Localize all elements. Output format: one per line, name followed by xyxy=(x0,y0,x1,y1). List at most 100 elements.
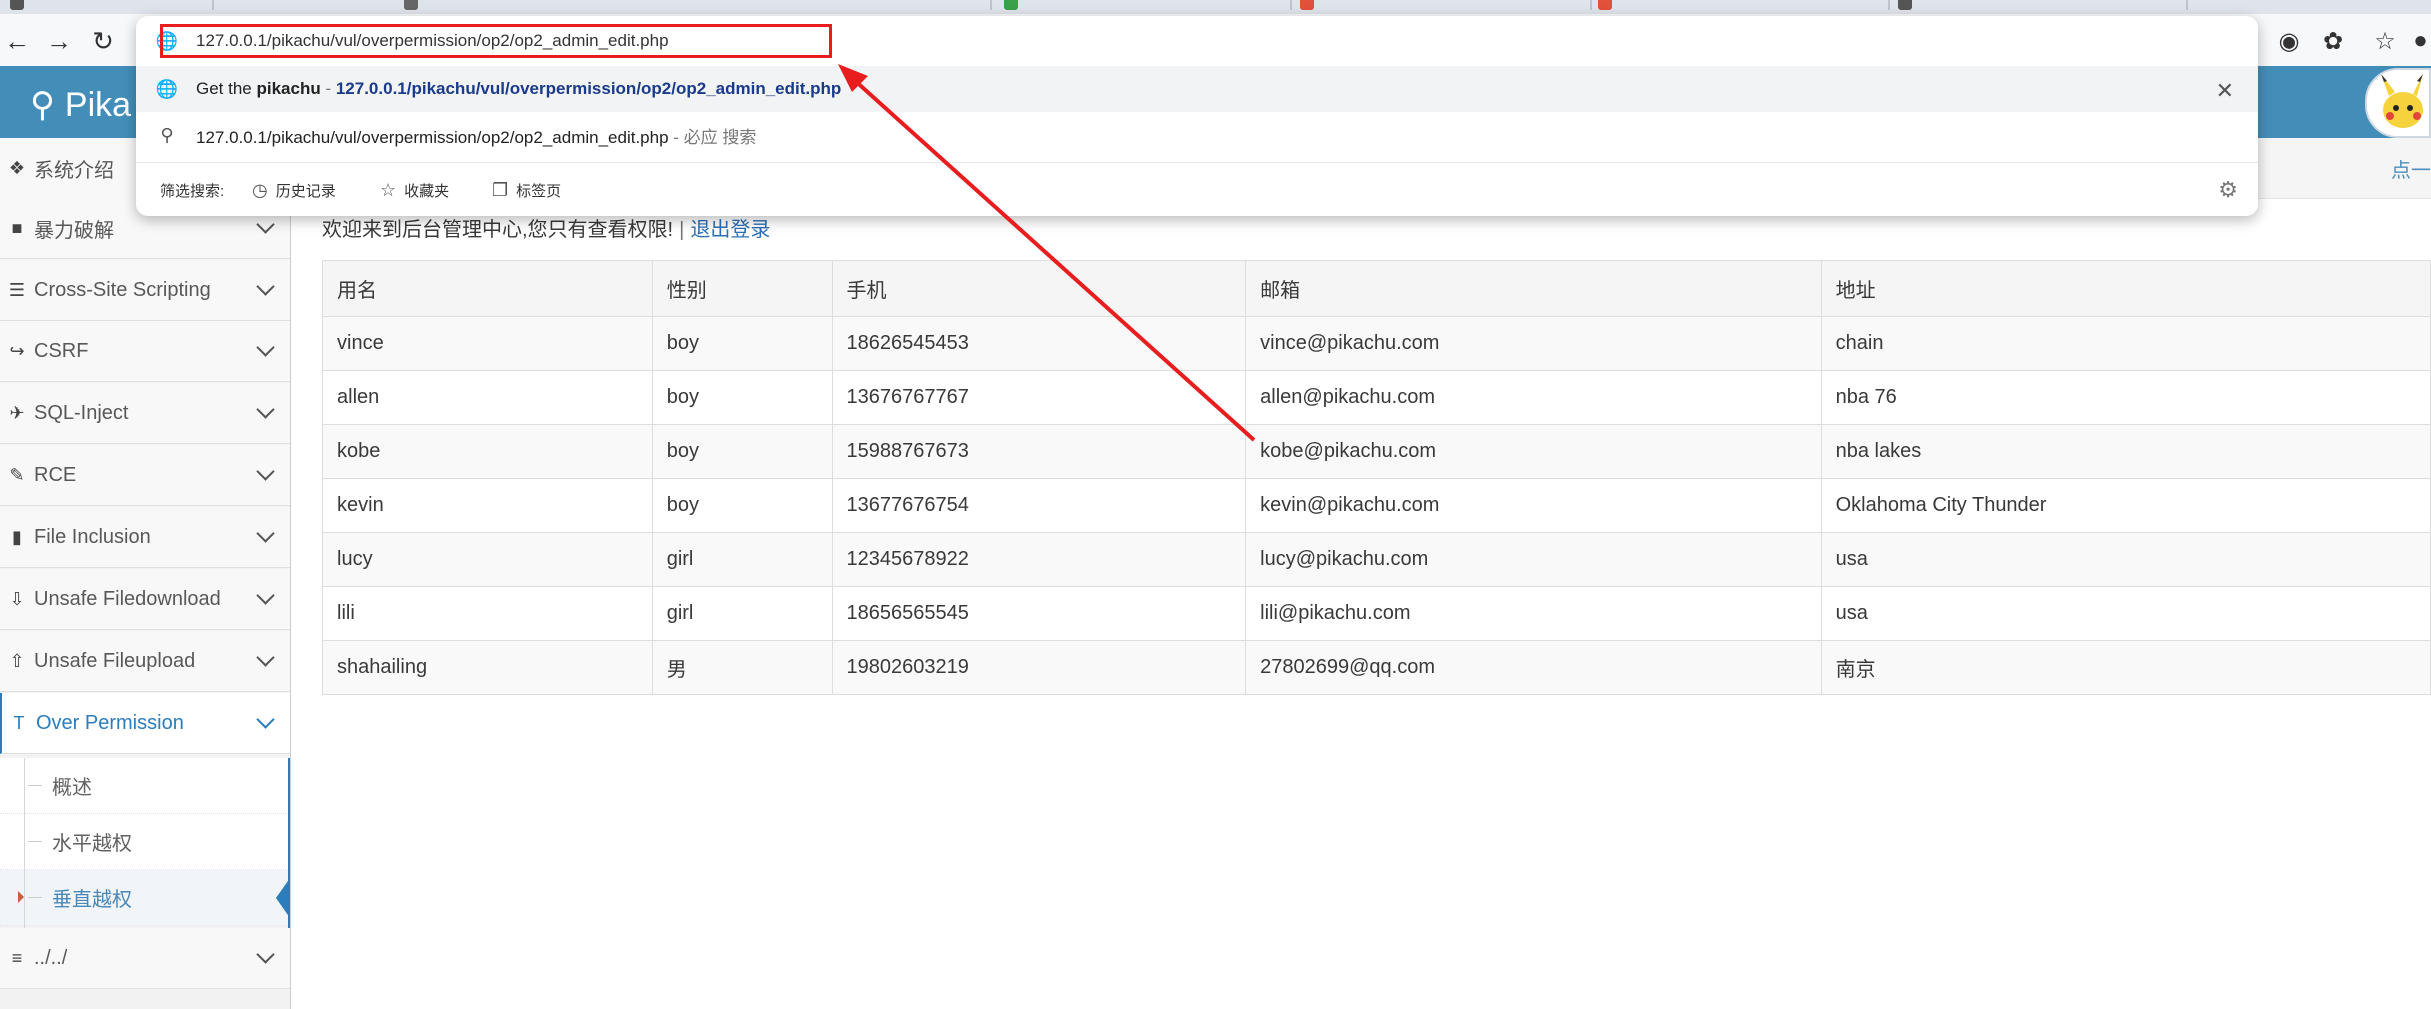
submenu-item-label: 水平越权 xyxy=(52,833,132,855)
filter-label: 筛选搜索: xyxy=(160,182,225,200)
user-table: 用名 性别 手机 邮箱 地址 vince boy 18626545453 vince@pika… xyxy=(322,260,2431,695)
sidebar-item[interactable]: ↪ CSRF xyxy=(0,321,290,382)
search-query: 127.0.0.1/pikachu/vul/overpermission/op2… xyxy=(196,127,669,147)
chevron-down-icon xyxy=(256,400,275,419)
record-icon[interactable]: ◉ xyxy=(2272,24,2306,58)
forward-icon[interactable]: → xyxy=(44,26,74,56)
filter-favorites[interactable]: ☆ 收藏夹 xyxy=(380,180,449,201)
sidebar-item[interactable]: ⇧ Unsafe Fileupload xyxy=(0,631,290,692)
suggestion-search[interactable]: ⚲ 127.0.0.1/pikachu/vul/overpermission/o… xyxy=(136,112,2258,158)
sidebar-item-label: CSRF xyxy=(34,339,89,362)
globe-icon: 🌐 xyxy=(155,78,179,99)
filter-history[interactable]: ◷ 历史记录 xyxy=(252,180,336,201)
separator: | xyxy=(679,219,685,241)
sidebar-item[interactable]: ☰ Cross-Site Scripting xyxy=(0,260,290,321)
table-cell: lili@pikachu.com xyxy=(1245,586,1822,641)
tab-favicon[interactable] xyxy=(1898,0,1912,10)
sidebar-item-label: ../../ xyxy=(34,946,68,969)
chevron-down-icon xyxy=(256,462,275,481)
sidebar-item[interactable]: ✎ RCE xyxy=(0,445,290,506)
chevron-down-icon xyxy=(256,338,275,357)
reload-icon[interactable]: ↻ xyxy=(88,26,118,56)
table-row: lucy girl 12345678922 lucy@pikachu.com usa xyxy=(322,532,2431,587)
table-body: vince boy 18626545453 vince@pikachu.com chai… xyxy=(322,316,2431,695)
tags-icon: ❖ xyxy=(8,157,26,178)
key-icon: ⚲ xyxy=(30,86,55,124)
tab-favicon[interactable] xyxy=(404,0,418,10)
search-engine-suffix: - 必应 搜索 xyxy=(668,127,757,147)
table-cell: allen xyxy=(322,370,653,425)
table-cell: allen@pikachu.com xyxy=(1245,370,1822,425)
sidebar-item[interactable]: ▮ File Inclusion xyxy=(0,507,290,568)
table-cell: Oklahoma City Thunder xyxy=(1820,478,2431,533)
tab-favicon[interactable] xyxy=(1300,0,1314,10)
top-right-link[interactable]: 点一 xyxy=(2391,154,2431,183)
submenu-item[interactable]: 概述 xyxy=(0,758,290,814)
tab-favicon[interactable] xyxy=(1598,0,1612,10)
table-cell: usa xyxy=(1820,586,2431,641)
submenu-active-border xyxy=(288,758,290,928)
table-cell: girl xyxy=(651,532,833,587)
suggestion-site-name: pikachu xyxy=(256,79,321,98)
tree-tick xyxy=(28,897,42,898)
logout-link[interactable]: 退出登录 xyxy=(690,219,770,241)
table-cell: 15988767673 xyxy=(831,424,1247,479)
pencil-icon: ✎ xyxy=(9,464,25,485)
share-icon: ↪ xyxy=(9,340,25,361)
table-cell: boy xyxy=(651,316,833,371)
table-cell: nba lakes xyxy=(1820,424,2431,479)
table-row: allen boy 13676767767 allen@pikachu.com nba … xyxy=(322,370,2431,425)
table-cell: lili xyxy=(322,586,653,641)
sidebar-item-label: SQL-Inject xyxy=(34,401,129,424)
sidebar-item-label: File Inclusion xyxy=(34,525,151,548)
tab-separator xyxy=(1888,0,1890,10)
sidebar-item-label: Cross-Site Scripting xyxy=(34,278,211,301)
favorites-icon[interactable]: ☆ xyxy=(2368,24,2402,58)
table-cell: 18626545453 xyxy=(831,316,1247,371)
upload-icon: ⇧ xyxy=(9,650,25,671)
close-icon[interactable]: ✕ xyxy=(2216,78,2234,104)
sidebar-item[interactable]: ≡ ../../ xyxy=(0,928,290,989)
filter-tabs[interactable]: ❐ 标签页 xyxy=(492,180,561,201)
sidebar-item-label: Over Permission xyxy=(36,711,184,734)
table-row: shahailing 男 19802603219 27802699@qq.com 南京 xyxy=(322,640,2431,695)
search-icon: ⚲ xyxy=(160,124,174,145)
submenu-item[interactable]: 水平越权 xyxy=(0,814,290,870)
table-cell: kevin xyxy=(322,478,653,533)
annotation-highlight-box xyxy=(160,24,832,58)
table-row: kevin boy 13677676754 kevin@pikachu.com Okla… xyxy=(322,478,2431,533)
tab-separator xyxy=(1590,0,1592,10)
tab-separator xyxy=(1290,0,1292,10)
table-row: lili girl 18656565545 lili@pikachu.com usa xyxy=(322,586,2431,641)
back-icon[interactable]: ← xyxy=(2,26,32,56)
tab-separator xyxy=(990,0,992,10)
history-icon: ◷ xyxy=(252,179,268,200)
sidebar-item[interactable]: T Over Permission xyxy=(0,693,290,754)
text-height-icon: T xyxy=(13,712,25,733)
browser-tabstrip xyxy=(0,0,2431,14)
chevron-down-icon xyxy=(256,586,275,605)
tab-favicon[interactable] xyxy=(1004,0,1018,10)
profile-icon[interactable]: ● xyxy=(2410,24,2431,58)
tabs-icon: ❐ xyxy=(492,179,509,200)
extensions-icon[interactable]: ✿ xyxy=(2316,24,2350,58)
site-logo[interactable]: ⚲ Pika xyxy=(30,80,131,130)
table-cell: 南京 xyxy=(1820,640,2431,695)
table-cell: boy xyxy=(651,370,833,425)
avatar[interactable] xyxy=(2365,68,2431,138)
tab-separator xyxy=(2186,0,2188,10)
chevron-down-icon xyxy=(256,524,275,543)
sidebar-item[interactable]: ⇩ Unsafe Filedownload xyxy=(0,569,290,630)
chevron-down-icon xyxy=(256,945,275,964)
sidebar-item[interactable]: ✈ SQL-Inject xyxy=(0,383,290,444)
gear-icon[interactable]: ⚙ xyxy=(2218,177,2238,203)
lock-icon: ■ xyxy=(11,217,23,238)
suggestion-site[interactable]: 🌐 Get the pikachu - 127.0.0.1/pikachu/vu… xyxy=(136,66,2258,112)
submenu-item[interactable]: 垂直越权 xyxy=(0,870,290,926)
table-cell: 13676767767 xyxy=(831,370,1247,425)
tab-favicon[interactable] xyxy=(10,0,24,10)
table-cell: boy xyxy=(651,478,833,533)
tab-separator xyxy=(212,0,214,10)
column-header: 手机 xyxy=(831,260,1247,317)
table-cell: kevin@pikachu.com xyxy=(1245,478,1822,533)
